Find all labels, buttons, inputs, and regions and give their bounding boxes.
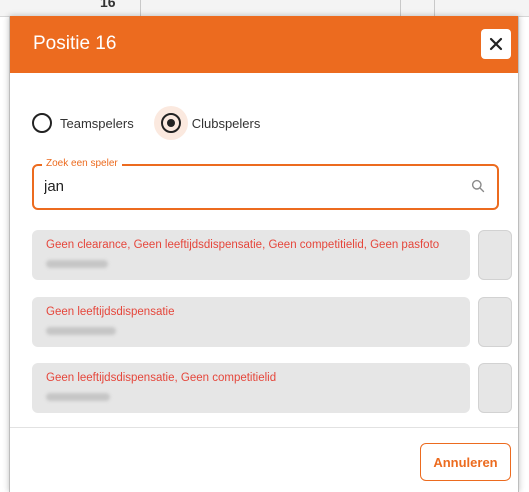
player-result-action-button[interactable] bbox=[478, 363, 512, 413]
player-result-card[interactable]: Geen leeftijdsdispensatie, Geen competit… bbox=[32, 363, 470, 413]
radio-focus-halo bbox=[153, 106, 188, 140]
search-input[interactable] bbox=[44, 178, 444, 195]
radio-unchecked-icon bbox=[32, 113, 52, 133]
radio-teamspelers[interactable]: Teamspelers bbox=[32, 113, 134, 133]
modal-header: Positie 16 bbox=[10, 16, 518, 73]
radio-checked-icon bbox=[160, 113, 181, 133]
background-number: 16 bbox=[100, 0, 116, 10]
background-divider bbox=[140, 0, 141, 16]
radio-label-clubspelers: Clubspelers bbox=[191, 115, 261, 131]
player-status-warning: Geen leeftijdsdispensatie bbox=[46, 306, 175, 318]
search-field-label: Zoek een speler bbox=[42, 158, 122, 170]
player-result-card[interactable]: Geen clearance, Geen leeftijdsdispensati… bbox=[32, 230, 470, 280]
player-name-redacted bbox=[46, 327, 116, 335]
search-icon[interactable] bbox=[471, 179, 485, 193]
background-divider bbox=[434, 0, 435, 16]
footer-divider bbox=[10, 427, 518, 428]
cancel-button[interactable]: Annuleren bbox=[420, 443, 511, 481]
background-table-header: 16 bbox=[0, 0, 529, 17]
player-result-card[interactable]: Geen leeftijdsdispensatie bbox=[32, 297, 470, 347]
close-button[interactable] bbox=[481, 29, 511, 59]
player-result-action-button[interactable] bbox=[478, 297, 512, 347]
player-status-warning: Geen clearance, Geen leeftijdsdispensati… bbox=[46, 239, 440, 251]
player-result-action-button[interactable] bbox=[478, 230, 512, 280]
radio-label-teamspelers: Teamspelers bbox=[60, 115, 134, 131]
player-name-redacted bbox=[46, 393, 110, 401]
player-select-modal: Positie 16 Teamspelers Clubspelers Zoek … bbox=[9, 16, 519, 492]
list-item: Geen clearance, Geen leeftijdsdispensati… bbox=[32, 230, 514, 280]
list-item: Geen leeftijdsdispensatie bbox=[32, 297, 514, 347]
player-search-field: Zoek een speler bbox=[32, 158, 499, 210]
player-status-warning: Geen leeftijdsdispensatie, Geen competit… bbox=[46, 372, 277, 384]
player-source-radio-group: Teamspelers Clubspelers bbox=[32, 106, 260, 140]
list-item: Geen leeftijdsdispensatie, Geen competit… bbox=[32, 363, 514, 413]
close-icon bbox=[489, 37, 503, 51]
player-name-redacted bbox=[46, 260, 108, 268]
modal-title: Positie 16 bbox=[33, 33, 117, 54]
background-divider bbox=[400, 0, 401, 16]
radio-clubspelers[interactable]: Clubspelers bbox=[153, 106, 261, 140]
